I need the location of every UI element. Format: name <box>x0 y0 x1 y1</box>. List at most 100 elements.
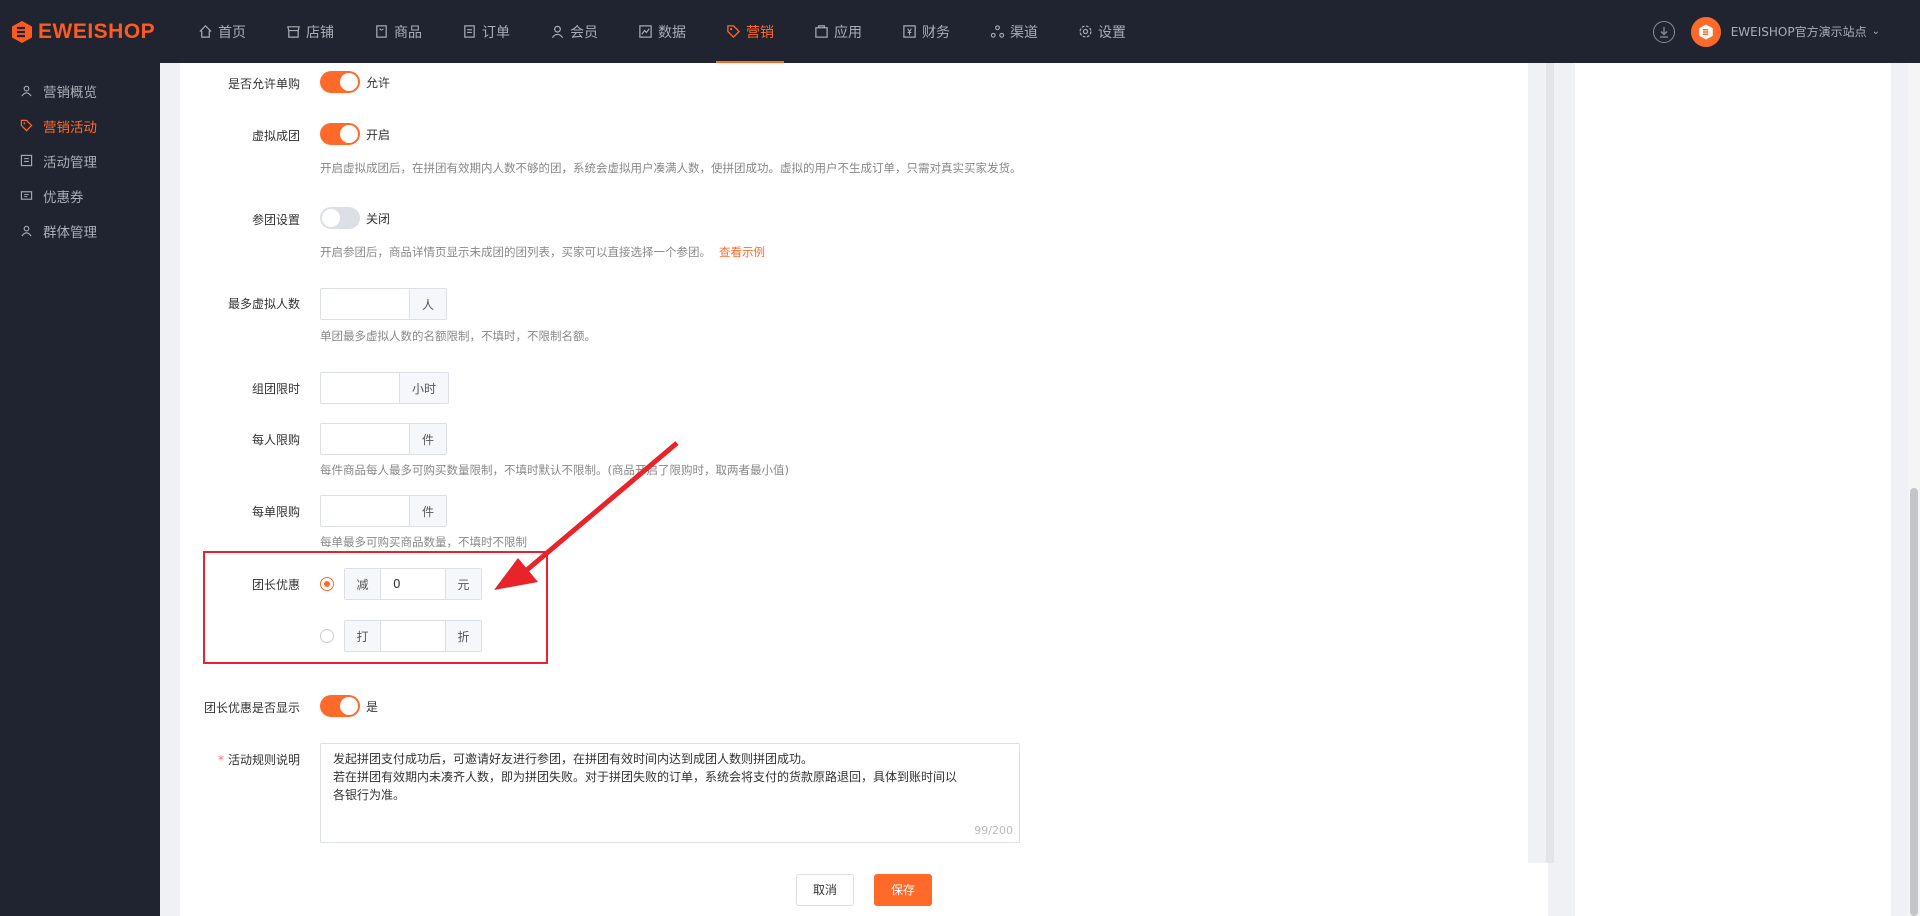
form-footer: 取消 保存 <box>180 863 1548 916</box>
save-button[interactable]: 保存 <box>874 873 933 906</box>
scrollbar[interactable] <box>1908 63 1920 916</box>
nav-label: 商品 <box>394 24 422 41</box>
leader-show-switch-wrap: 是 <box>320 695 378 717</box>
nav-finance[interactable]: 财务 <box>892 0 960 63</box>
rules-label: 活动规则说明 <box>227 753 300 767</box>
home-icon <box>199 25 212 38</box>
virtual-group-switch[interactable] <box>320 123 360 145</box>
sidebar: 营销概览 营销活动 活动管理 优惠券 群体管理 <box>0 63 160 916</box>
per-order-field: 件 <box>320 495 448 527</box>
rules-label-wrap: * 活动规则说明 <box>160 751 300 768</box>
app-icon <box>815 25 828 38</box>
join-setting-value: 关闭 <box>366 211 391 226</box>
max-virtual-label: 最多虚拟人数 <box>227 297 300 311</box>
per-order-unit: 件 <box>409 496 447 526</box>
nav-store[interactable]: 店铺 <box>276 0 344 63</box>
join-setting-label: 参团设置 <box>251 213 300 227</box>
tag-icon <box>20 119 33 132</box>
view-example-link[interactable]: 查看示例 <box>719 245 765 259</box>
brand-logo[interactable]: EWEISHOP <box>10 20 188 44</box>
brand-name: EWEISHOP <box>38 19 156 43</box>
join-setting-help: 开启参团后，商品详情页显示未成团的团列表，买家可以直接选择一个参团。 <box>320 245 711 259</box>
nav-label: 渠道 <box>1010 24 1038 41</box>
group-time-input[interactable] <box>321 373 399 403</box>
sidebar-item-label: 营销活动 <box>43 119 97 136</box>
store-icon <box>287 26 300 38</box>
join-setting-switch[interactable] <box>320 207 360 229</box>
join-setting-switch-wrap: 关闭 <box>320 207 390 229</box>
download-icon[interactable] <box>1652 20 1675 43</box>
activity-icon <box>20 154 33 167</box>
group-time-label: 组团限时 <box>251 382 300 396</box>
single-buy-value: 允许 <box>366 75 391 90</box>
rules-line: 发起拼团支付成功后，可邀请好友进行参团，在拼团有效时间内达到成团人数则拼团成功。 <box>333 752 814 766</box>
virtual-group-help: 开启虚拟成团后，在拼团有效期内人数不够的团，系统会虚拟用户凑满人数，使拼团成功。… <box>320 161 1022 175</box>
sidebar-item-coupon[interactable]: 优惠券 <box>0 178 160 213</box>
nav-marketing[interactable]: 营销 <box>716 0 784 63</box>
per-order-label: 每单限购 <box>251 505 300 519</box>
sidebar-item-group[interactable]: 群体管理 <box>0 213 160 248</box>
max-virtual-unit: 人 <box>409 289 447 319</box>
scrollbar[interactable] <box>1546 63 1554 863</box>
nav-label: 订单 <box>482 24 510 41</box>
sidebar-item-label: 优惠券 <box>43 189 84 206</box>
nav-label: 营销 <box>746 24 774 41</box>
max-virtual-field: 人 <box>320 288 448 320</box>
leader-show-value: 是 <box>366 699 379 714</box>
sidebar-item-label: 活动管理 <box>43 154 97 171</box>
overview-icon <box>21 85 32 97</box>
per-person-unit: 件 <box>409 424 447 454</box>
nav-home[interactable]: 首页 <box>188 0 256 63</box>
arrow-annotation <box>494 441 679 590</box>
nav-data[interactable]: 数据 <box>628 0 696 63</box>
per-order-input[interactable] <box>321 496 409 526</box>
virtual-group-value: 开启 <box>366 127 391 142</box>
virtual-group-label: 虚拟成团 <box>251 129 300 143</box>
nav-app[interactable]: 应用 <box>804 0 872 63</box>
max-virtual-help: 单团最多虚拟人数的名额限制，不填时，不限制名额。 <box>320 329 596 343</box>
goods-icon <box>376 25 387 38</box>
nav-goods[interactable]: 商品 <box>364 0 432 63</box>
leader-show-label: 团长优惠是否显示 <box>203 701 300 715</box>
logo-icon <box>12 20 32 43</box>
char-counter: 99/200 <box>974 824 1013 837</box>
join-setting-help-wrap: 开启参团后，商品详情页显示未成团的团列表，买家可以直接选择一个参团。 查看示例 <box>320 244 765 260</box>
scrollbar-thumb[interactable] <box>1910 488 1918 916</box>
tag-icon <box>727 25 741 39</box>
chevron-down-icon[interactable]: ⌄ <box>1872 26 1880 37</box>
required-mark: * <box>217 753 224 767</box>
rules-textarea[interactable]: 发起拼团支付成功后，可邀请好友进行参团，在拼团有效时间内达到成团人数则拼团成功。… <box>320 743 1020 843</box>
nav-order[interactable]: 订单 <box>452 0 520 63</box>
nav-label: 设置 <box>1098 24 1126 41</box>
nav-label: 数据 <box>658 24 686 41</box>
gear-icon <box>1079 25 1092 38</box>
rules-line: 若在拼团有效期内未凑齐人数，即为拼团失败。对于拼团失败的订单，系统会将支付的货款… <box>333 770 958 784</box>
single-buy-label: 是否允许单购 <box>227 77 300 91</box>
main-nav: 首页 店铺 商品 订单 会员 数据 营销 应用 财务 渠道 设置 <box>188 0 1156 63</box>
leader-show-switch[interactable] <box>320 695 360 717</box>
nav-label: 店铺 <box>306 24 334 41</box>
nav-channel[interactable]: 渠道 <box>980 0 1048 63</box>
coupon-icon <box>20 191 33 200</box>
group-time-field: 小时 <box>320 372 450 404</box>
per-person-input[interactable] <box>321 424 409 454</box>
cancel-button[interactable]: 取消 <box>795 873 854 906</box>
nav-label: 应用 <box>834 24 862 41</box>
sidebar-item-label: 营销概览 <box>43 84 97 101</box>
nav-label: 首页 <box>218 24 246 41</box>
group-icon <box>21 225 32 237</box>
member-icon <box>551 25 564 38</box>
single-buy-switch[interactable] <box>320 71 360 93</box>
single-buy-switch-wrap: 允许 <box>320 71 390 93</box>
chart-icon <box>639 25 652 38</box>
sidebar-item-activity[interactable]: 营销活动 <box>0 108 160 143</box>
store-name[interactable]: EWEISHOP官方演示站点 <box>1731 23 1867 40</box>
max-virtual-input[interactable] <box>321 289 409 319</box>
group-time-unit: 小时 <box>399 373 449 403</box>
nav-label: 会员 <box>570 24 598 41</box>
sidebar-item-overview[interactable]: 营销概览 <box>0 73 160 108</box>
nav-settings[interactable]: 设置 <box>1068 0 1136 63</box>
nav-member[interactable]: 会员 <box>540 0 608 63</box>
avatar[interactable] <box>1690 16 1721 47</box>
sidebar-item-management[interactable]: 活动管理 <box>0 143 160 178</box>
